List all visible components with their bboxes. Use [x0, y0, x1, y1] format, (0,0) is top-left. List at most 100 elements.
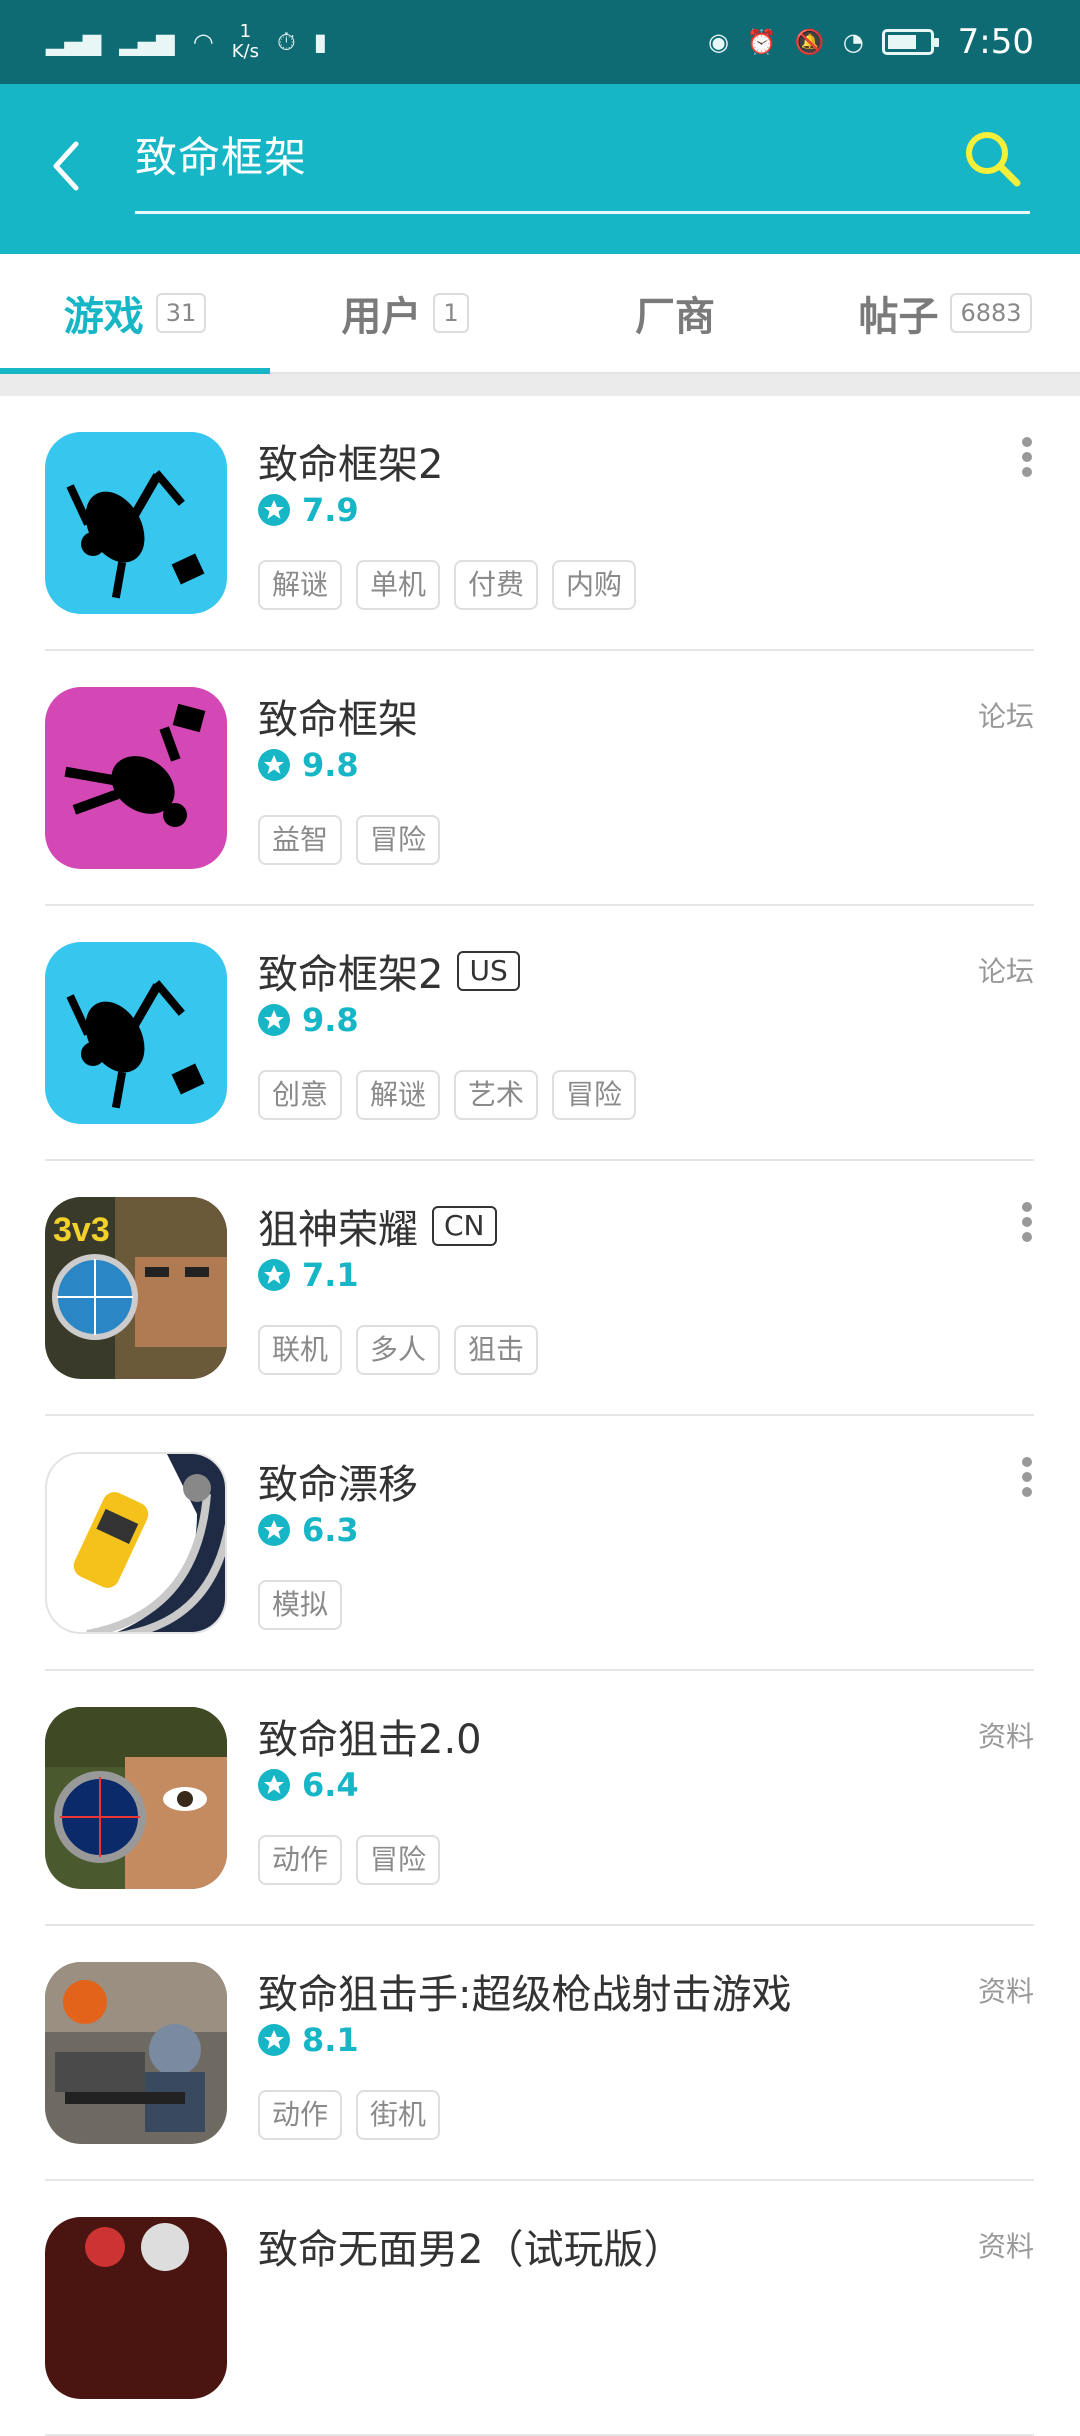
section-divider	[0, 374, 1080, 396]
app-title: 致命框架	[258, 697, 418, 743]
app-name: 狙神荣耀 CN	[258, 1197, 497, 1255]
tag[interactable]: 单机	[356, 560, 441, 610]
tag[interactable]: 街机	[356, 2090, 441, 2140]
search-header: 致命框架	[0, 84, 1080, 254]
rating: 6.3	[258, 1511, 359, 1549]
star-icon	[258, 1259, 290, 1291]
info-link[interactable]: 资料	[978, 1970, 1034, 2010]
app-name: 致命狙击2.0	[258, 1707, 482, 1765]
app-name: 致命框架2	[258, 432, 443, 490]
tag[interactable]: 冒险	[552, 1070, 637, 1120]
app-icon-faceless-man[interactable]	[45, 2217, 227, 2399]
cellular-signal-icon: ▂▄▆	[46, 28, 102, 56]
app-title: 狙神荣耀	[258, 1207, 418, 1253]
more-vert-icon[interactable]	[1020, 436, 1034, 478]
app-icon-falling-man[interactable]	[45, 432, 227, 614]
back-button[interactable]	[36, 136, 96, 196]
tag-list: 模拟	[258, 1580, 343, 1630]
app-icon-sniper-scope[interactable]	[45, 1707, 227, 1889]
cellular-signal-2-icon: ▂▄▆	[119, 28, 175, 56]
list-item[interactable]: 致命漂移 6.3 模拟	[0, 1416, 1080, 1671]
rating: 6.4	[258, 1766, 359, 1804]
tag[interactable]: 付费	[454, 560, 539, 610]
app-title: 致命狙击手:超级枪战射击游戏	[258, 1972, 792, 2018]
speed-icon: ◔	[842, 28, 864, 56]
tag[interactable]: 动作	[258, 1835, 343, 1885]
tab-posts[interactable]: 帖子 6883	[810, 254, 1080, 372]
app-icon-soldier-battle[interactable]	[45, 1962, 227, 2144]
region-badge: US	[457, 951, 520, 991]
search-input[interactable]: 致命框架	[135, 124, 307, 185]
tag[interactable]: 解谜	[356, 1070, 441, 1120]
tag-list: 联机 多人 狙击	[258, 1325, 539, 1375]
rating: 7.9	[258, 491, 359, 529]
battery-alert-icon: ▮	[313, 28, 327, 56]
list-item[interactable]: 致命狙击手:超级枪战射击游戏 8.1 动作 街机 资料	[0, 1926, 1080, 2181]
tag[interactable]: 联机	[258, 1325, 343, 1375]
app-icon-falling-man[interactable]	[45, 942, 227, 1124]
back-arrow-icon	[53, 141, 79, 191]
rating-value: 6.4	[302, 1766, 359, 1804]
tab-label: 厂商	[635, 294, 715, 340]
network-speed-unit: K/s	[231, 41, 259, 62]
tag[interactable]: 冒险	[356, 1835, 441, 1885]
app-icon-falling-man-pink[interactable]	[45, 687, 227, 869]
app-icon-drift-car[interactable]	[45, 1452, 227, 1634]
tab-developers[interactable]: 厂商	[540, 254, 810, 372]
tag[interactable]: 动作	[258, 2090, 343, 2140]
forum-link[interactable]: 论坛	[978, 950, 1034, 990]
info-link[interactable]: 资料	[978, 1715, 1034, 1755]
region-badge: CN	[432, 1206, 497, 1246]
app-title: 致命无面男2（试玩版）	[258, 2227, 684, 2273]
rating: 9.8	[258, 1001, 359, 1039]
more-vert-icon[interactable]	[1020, 1456, 1034, 1498]
tag-list: 解谜 单机 付费 内购	[258, 560, 637, 610]
star-icon	[258, 2024, 290, 2056]
app-title: 致命漂移	[258, 1462, 418, 1508]
tag[interactable]: 狙击	[454, 1325, 539, 1375]
info-link[interactable]: 资料	[978, 2225, 1034, 2265]
app-name: 致命框架2 US	[258, 942, 520, 1000]
app-icon-sniper-soldier[interactable]: 3v3	[45, 1197, 227, 1379]
tag[interactable]: 多人	[356, 1325, 441, 1375]
tab-label: 帖子	[858, 294, 939, 340]
search-underline	[135, 211, 1030, 214]
alarm-icon: ⏰	[746, 28, 777, 56]
tab-games[interactable]: 游戏 31	[0, 254, 270, 374]
app-name: 致命狙击手:超级枪战射击游戏	[258, 1962, 791, 2020]
tag[interactable]: 创意	[258, 1070, 343, 1120]
status-bar: ▂▄▆ ▂▄▆ ◠ 1 K/s ⏱ ▮ ◉ ⏰ 🔕 ◔ 7:50	[0, 0, 1080, 84]
network-speed: 1 K/s	[232, 22, 259, 62]
list-item[interactable]: 致命无面男2（试玩版） 资料	[0, 2181, 1080, 2436]
wifi-icon: ◠	[192, 28, 214, 56]
app-title: 致命狙击2.0	[258, 1717, 482, 1763]
list-item[interactable]: 致命框架2 7.9 解谜 单机 付费 内购	[0, 396, 1080, 651]
tag[interactable]: 益智	[258, 815, 343, 865]
search-icon[interactable]	[960, 126, 1024, 190]
clock: 7:50	[957, 22, 1034, 62]
rating-value: 6.3	[302, 1511, 359, 1549]
tag[interactable]: 艺术	[454, 1070, 539, 1120]
tag[interactable]: 解谜	[258, 560, 343, 610]
more-vert-icon[interactable]	[1020, 1201, 1034, 1243]
network-speed-value: 1	[239, 21, 252, 42]
rating-value: 7.9	[302, 491, 359, 529]
list-item[interactable]: 致命框架2 US 9.8 创意 解谜 艺术 冒险 论坛	[0, 906, 1080, 1161]
app-name: 致命无面男2（试玩版）	[258, 2217, 683, 2275]
tag-list: 动作 街机	[258, 2090, 441, 2140]
list-item[interactable]: 致命框架 9.8 益智 冒险 论坛	[0, 651, 1080, 906]
tab-users[interactable]: 用户 1	[270, 254, 540, 372]
app-name: 致命漂移	[258, 1452, 418, 1510]
tag[interactable]: 内购	[552, 560, 637, 610]
star-icon	[258, 1514, 290, 1546]
app-title: 致命框架2	[258, 952, 444, 998]
forum-link[interactable]: 论坛	[978, 695, 1034, 735]
eye-comfort-icon: ◉	[707, 28, 729, 56]
svg-text:3v3: 3v3	[53, 1211, 110, 1249]
rating: 9.8	[258, 746, 359, 784]
tag[interactable]: 模拟	[258, 1580, 343, 1630]
list-item[interactable]: 3v3 狙神荣耀 CN 7.1 联机 多人 狙击	[0, 1161, 1080, 1416]
battery-icon	[881, 29, 939, 55]
list-item[interactable]: 致命狙击2.0 6.4 动作 冒险 资料	[0, 1671, 1080, 1926]
tag[interactable]: 冒险	[356, 815, 441, 865]
